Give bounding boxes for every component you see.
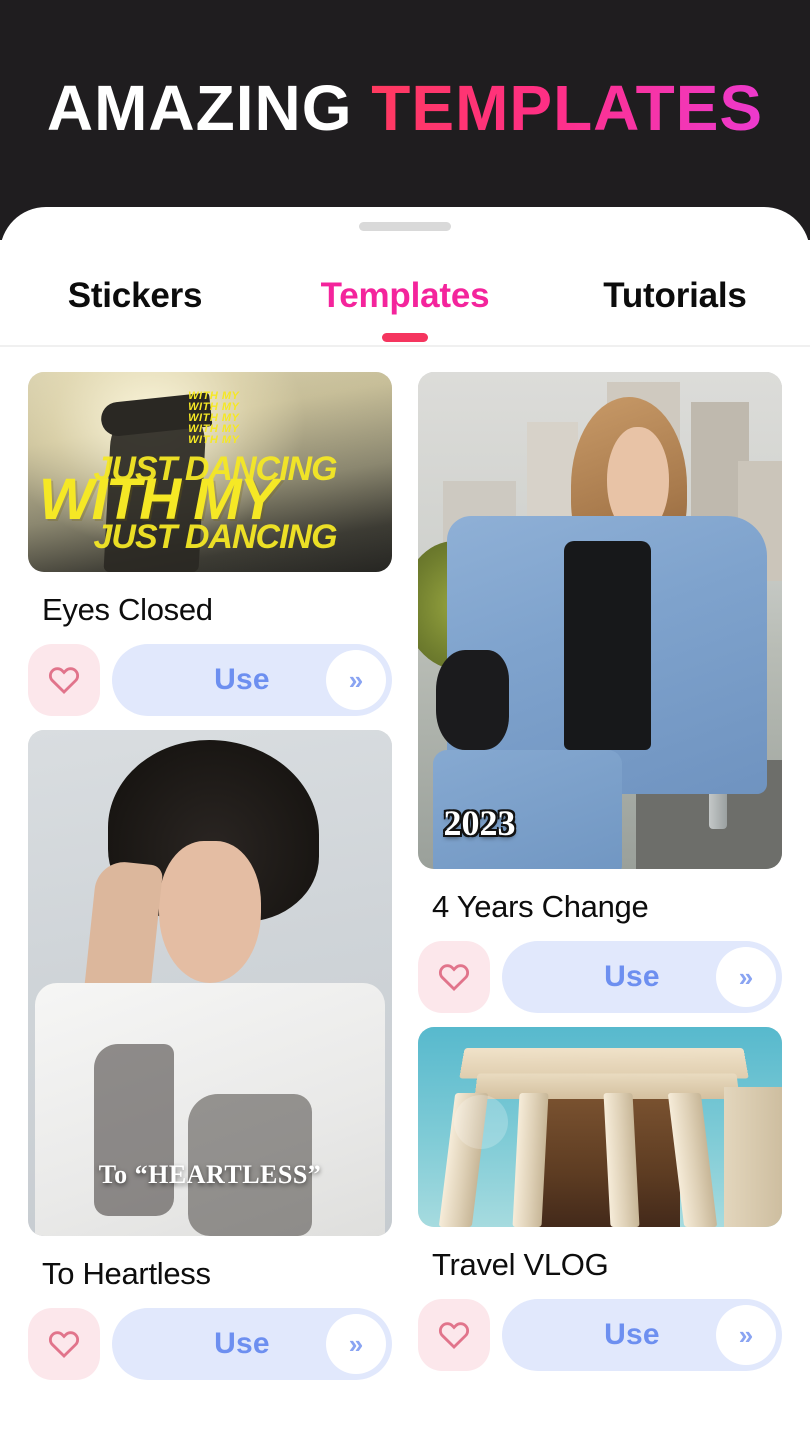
favorite-button[interactable] <box>418 941 490 1013</box>
side-wall-shape <box>723 1087 782 1227</box>
overlay-line-bottom: JUST DANCING <box>93 518 338 556</box>
template-actions: Use » <box>418 1299 782 1371</box>
use-button[interactable]: Use » <box>502 941 782 1013</box>
promo-title-space <box>353 72 372 144</box>
heartless-artwork: To “HEARTLESS” <box>28 730 392 1236</box>
template-card-eyes-closed[interactable]: WITH MY WITH MY WITH MY WITH MY WITH MY … <box>28 372 392 716</box>
face-shape <box>159 841 261 983</box>
tab-bar: Stickers Templates Tutorials <box>0 255 810 342</box>
heart-outline-icon <box>439 1322 469 1350</box>
template-title: Eyes Closed <box>42 592 213 627</box>
tab-tutorials-label: Tutorials <box>603 276 747 315</box>
template-card-travel-vlog[interactable]: Travel VLOG Use » <box>418 1027 782 1371</box>
use-button[interactable]: Use » <box>502 1299 782 1371</box>
chevron-double-right-icon[interactable]: » <box>716 947 776 1007</box>
use-button-label: Use <box>604 960 660 993</box>
heart-outline-icon <box>49 1331 79 1359</box>
handbag-shape <box>436 650 509 750</box>
overlay-year: 2023 <box>443 803 516 844</box>
heart-outline-icon <box>439 964 469 992</box>
tab-divider <box>0 345 810 347</box>
sheet-drag-handle[interactable] <box>359 222 451 231</box>
tab-templates[interactable]: Templates <box>270 276 540 342</box>
template-thumbnail-eyes-closed[interactable]: WITH MY WITH MY WITH MY WITH MY WITH MY … <box>28 372 392 572</box>
chevron-double-right-icon[interactable]: » <box>326 1314 386 1374</box>
template-title: 4 Years Change <box>432 889 649 924</box>
travel-artwork <box>418 1027 782 1227</box>
bottom-sheet: Stickers Templates Tutorials WITH MY WIT… <box>0 207 810 1440</box>
template-thumbnail-to-heartless[interactable]: To “HEARTLESS” <box>28 730 392 1236</box>
overlay-caption: To “HEARTLESS” <box>98 1160 322 1190</box>
overlay-small-5: WITH MY <box>188 434 240 446</box>
use-button[interactable]: Use » <box>112 1308 392 1380</box>
template-actions: Use » <box>28 1308 392 1380</box>
favorite-button[interactable] <box>418 1299 490 1371</box>
tab-active-indicator <box>382 333 428 342</box>
template-grid: WITH MY WITH MY WITH MY WITH MY WITH MY … <box>0 372 810 1440</box>
template-actions: Use » <box>28 644 392 716</box>
use-button-label: Use <box>604 1318 660 1351</box>
heart-outline-icon <box>49 667 79 695</box>
template-card-to-heartless[interactable]: To “HEARTLESS” To Heartless Use » <box>28 730 392 1380</box>
grid-column-right: 2023 4 Years Change Use » Travel VLOG Us… <box>418 372 782 1440</box>
use-button-label: Use <box>214 663 270 696</box>
template-title: To Heartless <box>42 1256 211 1291</box>
promo-title-part2: TEMPLATES <box>371 72 764 144</box>
dancing-artwork: WITH MY WITH MY WITH MY WITH MY WITH MY … <box>28 372 392 572</box>
chevron-double-right-icon[interactable]: » <box>716 1305 776 1365</box>
tab-stickers[interactable]: Stickers <box>0 276 270 316</box>
tab-stickers-label: Stickers <box>67 276 203 315</box>
lens-flare-icon <box>454 1095 509 1149</box>
use-button-label: Use <box>214 1327 270 1360</box>
template-thumbnail-travel-vlog[interactable] <box>418 1027 782 1227</box>
template-actions: Use » <box>418 941 782 1013</box>
black-top-shape <box>563 540 651 750</box>
favorite-button[interactable] <box>28 1308 100 1380</box>
denim-artwork: 2023 <box>418 372 782 869</box>
page-title: AMAZING TEMPLATES <box>0 76 810 140</box>
tab-tutorials[interactable]: Tutorials <box>540 276 810 316</box>
promo-header: AMAZING TEMPLATES <box>0 0 810 240</box>
use-button[interactable]: Use » <box>112 644 392 716</box>
promo-title-part1: AMAZING <box>46 72 353 144</box>
tab-templates-label: Templates <box>320 276 490 315</box>
chevron-double-right-icon[interactable]: » <box>326 650 386 710</box>
template-title: Travel VLOG <box>432 1247 609 1282</box>
template-card-4-years-change[interactable]: 2023 4 Years Change Use » <box>418 372 782 1013</box>
grid-column-left: WITH MY WITH MY WITH MY WITH MY WITH MY … <box>28 372 392 1440</box>
template-thumbnail-4-years-change[interactable]: 2023 <box>418 372 782 869</box>
favorite-button[interactable] <box>28 644 100 716</box>
